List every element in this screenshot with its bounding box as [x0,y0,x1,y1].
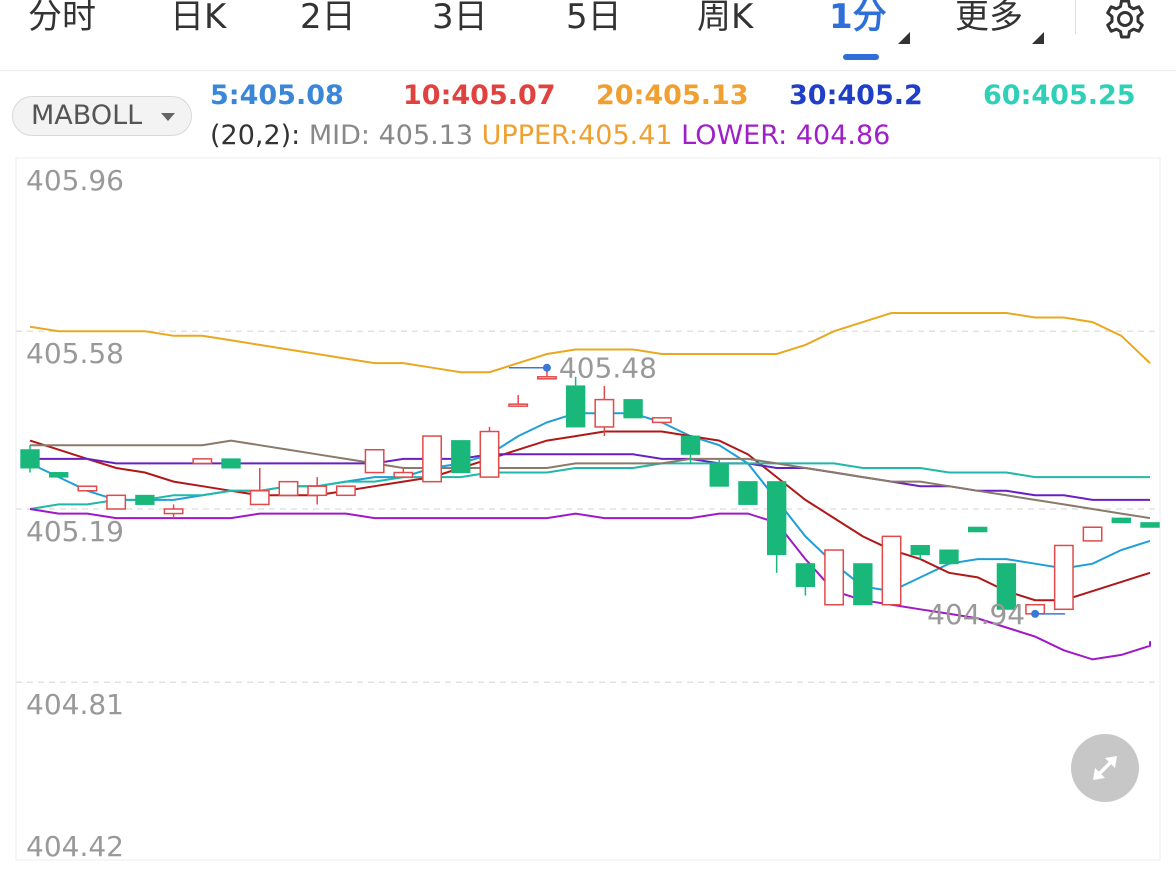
boll-mid: MID: 405.13 [308,120,474,151]
expand-button[interactable] [1071,734,1139,802]
candle-body-down [939,549,959,565]
candle-body-up [77,485,98,492]
high-marker-dot [542,363,551,372]
tab-daily-k[interactable]: 日K [170,0,226,40]
boll-lower: LOWER: 404.86 [681,120,891,151]
active-tab-indicator [843,54,879,60]
indicator-selector-label: MABOLL [31,100,143,131]
ma20-value: 20:405.13 [596,80,749,111]
candle-body-down [680,435,701,455]
gear-icon[interactable] [1104,0,1146,40]
candle-body-up [1082,526,1103,542]
candle-body-down [709,462,729,487]
candle-body-down [623,399,643,419]
tab-2-day[interactable]: 2日 [300,0,356,40]
low-marker-dot [1031,609,1040,618]
y-axis-tick-label: 405.58 [26,337,124,370]
ma10-value: 10:405.07 [403,80,556,111]
candle-body-up [393,471,414,478]
high-marker-label: 405.48 [559,352,657,385]
candle-body-up [307,485,328,497]
tab-more[interactable]: 更多 [955,0,1023,40]
candle-body-down [1111,517,1131,524]
candle-body-down [738,481,758,505]
tab-1-minute[interactable]: 1分 [829,0,887,40]
expand-arrows-icon [1093,756,1117,780]
y-axis-tick-label: 405.19 [26,515,124,548]
candle-body-up [278,480,299,497]
candle-body-up [881,535,902,606]
candle-body-up [479,430,500,478]
tab-divider [1075,0,1076,34]
candle-body-down [49,472,69,478]
tab-3-day[interactable]: 3日 [432,0,488,40]
candle-body-up [536,376,557,380]
candle-body-up [651,417,672,424]
boll-upper: UPPER:405.41 [481,120,673,151]
candle-body-up [508,403,529,407]
candle-body-up [824,549,845,606]
dropdown-corner-icon [898,32,910,44]
low-marker-label: 404.94 [927,598,1025,631]
indicator-selector[interactable]: MABOLL [12,96,192,136]
series-line-mid [30,439,1151,520]
candle-body-up [192,458,213,465]
candle-body-down [795,563,816,587]
tab-time-sharing[interactable]: 分时 [28,0,96,40]
candle-body-up [594,398,615,428]
caret-down-icon [161,113,175,121]
candle-body-up [106,494,127,510]
ma30-value: 30:405.2 [789,80,923,111]
candle-body-down [20,449,40,469]
candlestick-chart[interactable]: 405.96 405.58 405.19 404.81 404.42 405.48 404.… [0,156,1176,870]
y-axis-tick-label: 404.42 [26,830,124,863]
candle-body-down [1140,522,1160,528]
candle-body-down [565,385,586,428]
candle-body-down [135,494,155,505]
candle-body-down [221,458,241,469]
y-axis-tick-label: 404.81 [26,688,124,721]
tab-weekly-k[interactable]: 周K [697,0,753,40]
candle-body-up [364,448,385,474]
ma5-value: 5:405.08 [210,80,344,111]
candle-body-up [1053,544,1074,611]
boll-values: (20,2): MID: 405.13 UPPER:405.41 LOWER: … [210,120,890,151]
y-axis-tick-label: 405.96 [26,164,124,197]
candle-body-down [766,481,787,556]
series-line-ma5 [29,412,1151,593]
period-tab-bar: 分时 日K 2日 3日 5日 周K 1分 更多 [0,0,1176,71]
candle-body-down [910,544,930,556]
candle-body-up [422,435,442,483]
candle-body-up [163,508,184,515]
ma60-value: 60:405.25 [983,80,1136,111]
candle-body-up [335,485,356,497]
tab-5-day[interactable]: 5日 [566,0,622,40]
dropdown-corner-icon [1032,32,1044,44]
candle-body-down [451,440,471,474]
candle-body-down [968,526,988,533]
candle-body-down [853,563,873,606]
boll-params: (20,2): [210,120,301,151]
candle-body-up [249,490,270,506]
